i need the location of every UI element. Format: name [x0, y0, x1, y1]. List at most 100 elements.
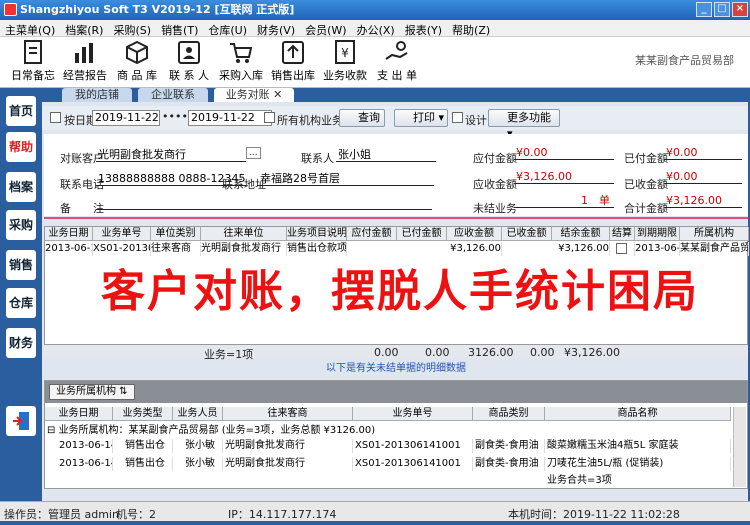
customer-picker-button[interactable]: ...: [246, 147, 261, 159]
menu-records[interactable]: 档案(R): [60, 20, 108, 38]
table-cell[interactable]: 刀唛花生油5L/瓶 (促销装): [547, 457, 731, 471]
col-header[interactable]: 业务单号: [353, 407, 473, 421]
menu-member[interactable]: 会员(W): [300, 20, 351, 38]
col-header[interactable]: 到期期限: [635, 227, 680, 241]
col-header[interactable]: 业务日期: [45, 227, 93, 241]
menu-office[interactable]: 办公(X): [352, 20, 400, 38]
more-functions-button[interactable]: 更多功能 ▾: [488, 109, 560, 140]
collection-label: 业务收款: [323, 69, 367, 82]
menu-main[interactable]: 主菜单(Q): [0, 20, 60, 38]
col-header[interactable]: 已付金额: [397, 227, 447, 241]
col-header[interactable]: 业务项目说明: [287, 227, 347, 241]
table-cell[interactable]: 某某副食产品贸易部: [680, 242, 749, 256]
col-header[interactable]: 业务单号: [93, 227, 151, 241]
memo-button[interactable]: 日常备忘: [8, 39, 58, 83]
nav-home[interactable]: 首页: [6, 96, 36, 126]
menu-help[interactable]: 帮助(Z): [447, 20, 495, 38]
nav-records[interactable]: 档案: [6, 172, 36, 202]
menu-reports[interactable]: 报表(Y): [400, 20, 447, 38]
all-orgs-label: 所有机构业务: [277, 114, 343, 127]
paid-value: ¥0.00: [664, 146, 742, 160]
exit-button[interactable]: [6, 406, 36, 436]
col-header[interactable]: 应付金额: [347, 227, 397, 241]
col-header[interactable]: 商品类别: [473, 407, 545, 421]
group-by-tag[interactable]: 业务所属机构 ⇅: [49, 384, 135, 400]
nav-purchase[interactable]: 采购: [6, 210, 36, 240]
table-cell[interactable]: 往来客商: [151, 242, 201, 256]
nav-sales[interactable]: 销售: [6, 250, 36, 280]
note-field[interactable]: [96, 196, 432, 210]
contacts-icon: [178, 41, 200, 64]
date-to-input[interactable]: 2019-11-22: [188, 110, 272, 126]
menu-sales[interactable]: 销售(T): [156, 20, 203, 38]
tab-my-shop[interactable]: 我的店铺: [62, 88, 132, 102]
tab-reconciliation[interactable]: 业务对账 ✕: [214, 88, 294, 102]
date-from-input[interactable]: 2019-11-22: [92, 110, 160, 126]
contacts-button[interactable]: 联 系 人: [164, 39, 214, 83]
contact-field[interactable]: 张小姐: [336, 148, 436, 162]
maximize-button[interactable]: □: [714, 2, 730, 17]
col-header[interactable]: 业务日期: [45, 407, 113, 421]
table-cell[interactable]: 张小敏: [185, 439, 223, 453]
menu-warehouse[interactable]: 仓库(U): [203, 20, 252, 38]
table-cell[interactable]: ¥3,126.00: [552, 242, 610, 256]
table-cell[interactable]: 光明副食批发商行: [201, 242, 287, 256]
customer-field[interactable]: 光明副食批发商行: [96, 148, 246, 162]
address-field[interactable]: 幸福路28号首层: [258, 172, 434, 186]
col-header[interactable]: 应收金额: [447, 227, 502, 241]
table-cell[interactable]: 2013-06-24: [635, 242, 680, 256]
nav-warehouse[interactable]: 仓库: [6, 288, 36, 318]
menu-finance[interactable]: 财务(V): [252, 20, 300, 38]
col-header[interactable]: 单位类别: [151, 227, 201, 241]
collection-button[interactable]: ¥ 业务收款: [320, 39, 370, 83]
sales-out-button[interactable]: 销售出库: [268, 39, 318, 83]
window-title: Shangzhiyou Soft T3 V2019-12 [互联网 正式版]: [20, 3, 295, 16]
tab-enterprise-contact[interactable]: 企业联系: [138, 88, 208, 102]
table-cell[interactable]: XS01-201306141001: [355, 439, 473, 453]
table-cell[interactable]: 销售出仓: [125, 439, 173, 453]
table-cell[interactable]: 2013-06-14: [45, 242, 93, 256]
col-header[interactable]: 业务人员: [173, 407, 223, 421]
table-cell[interactable]: XS01-201306141001: [355, 457, 473, 471]
all-orgs-checkbox[interactable]: [264, 112, 275, 123]
settle-checkbox-cell[interactable]: [610, 242, 635, 256]
close-tab-icon[interactable]: ✕: [273, 88, 282, 101]
by-date-checkbox[interactable]: [50, 112, 61, 123]
nav-finance[interactable]: 财务: [6, 328, 36, 358]
table-cell[interactable]: 酸菜嫩糯玉米油4瓶5L 家庭装: [547, 439, 731, 453]
table-cell[interactable]: 副食类-食用油: [475, 439, 545, 453]
nav-help[interactable]: 帮助: [6, 132, 36, 162]
report-button[interactable]: 经营报告: [60, 39, 110, 83]
table-cell[interactable]: 2013-06-14: [59, 457, 113, 471]
table-cell[interactable]: 销售出仓款项: [287, 242, 347, 256]
group-row[interactable]: ⊟ 业务所属机构：某某副食产品贸易部 (业务=3项，业务总额 ¥3126.00): [47, 424, 737, 438]
close-button[interactable]: ×: [732, 2, 748, 17]
table-cell[interactable]: 副食类-食用油: [475, 457, 545, 471]
expense-button[interactable]: 支 出 单: [372, 39, 422, 83]
col-header[interactable]: 往来客商: [223, 407, 353, 421]
col-header[interactable]: 商品名称: [545, 407, 731, 421]
minimize-button[interactable]: _: [696, 2, 712, 17]
table-cell[interactable]: 张小敏: [185, 457, 223, 471]
receivable-value: ¥3,126.00: [514, 170, 614, 184]
col-header[interactable]: 结余金额: [552, 227, 610, 241]
table-cell[interactable]: ¥3,126.00: [447, 242, 502, 256]
vertical-scrollbar[interactable]: [733, 407, 746, 487]
col-header[interactable]: 业务类型: [113, 407, 173, 421]
table-cell[interactable]: 光明副食批发商行: [225, 439, 353, 453]
table-cell[interactable]: 光明副食批发商行: [225, 457, 353, 471]
col-header[interactable]: 所属机构: [680, 227, 749, 241]
table-cell[interactable]: 2013-06-14: [59, 439, 113, 453]
col-header[interactable]: 往来单位: [201, 227, 287, 241]
col-header[interactable]: 已收金额: [502, 227, 552, 241]
design-checkbox[interactable]: [452, 112, 463, 123]
purchase-in-button[interactable]: 采购入库: [216, 39, 266, 83]
col-header[interactable]: 结算: [610, 227, 635, 241]
query-button[interactable]: 查询: [339, 109, 385, 127]
table-cell[interactable]: 销售出仓: [125, 457, 173, 471]
menu-purchase[interactable]: 采购(S): [108, 20, 156, 38]
settle-checkbox[interactable]: [616, 242, 627, 254]
table-cell[interactable]: XS01-2013061410: [93, 242, 151, 256]
goods-button[interactable]: 商 品 库: [112, 39, 162, 83]
print-button[interactable]: 打印 ▾: [394, 109, 448, 127]
